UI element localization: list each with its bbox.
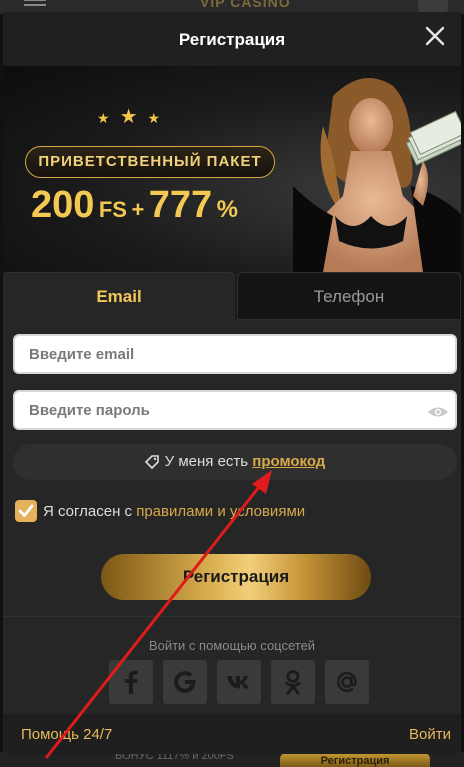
mail-button[interactable]: [325, 660, 369, 704]
tab-email[interactable]: Email: [3, 272, 235, 321]
stars-icon: ★★★: [97, 106, 171, 128]
odnoklassniki-button[interactable]: [271, 660, 315, 704]
close-icon[interactable]: [423, 24, 447, 48]
password-field[interactable]: [13, 390, 457, 430]
auth-tabs: Email Телефон: [3, 272, 461, 321]
casino-logo: VIP CASINO: [200, 0, 291, 10]
email-field[interactable]: [13, 334, 457, 374]
offer-percent-value: 777: [148, 184, 213, 226]
tab-phone[interactable]: Телефон: [237, 272, 461, 320]
modal-footer: Помощь 24/7 Войти: [3, 714, 461, 754]
vk-icon: [227, 676, 249, 689]
google-icon: [174, 671, 196, 693]
menu-icon[interactable]: [24, 0, 46, 8]
banner-pill: ПРИВЕТСТВЕННЫЙ ПАКЕТ: [25, 146, 275, 178]
help-link[interactable]: Помощь 24/7: [21, 726, 112, 743]
banner-offer: 200 FS + 777 %: [31, 184, 238, 227]
offer-fs: FS: [98, 197, 127, 222]
terms-link[interactable]: правилами и условиями: [136, 503, 305, 520]
modal-title: Регистрация: [178, 30, 286, 49]
odnoklassniki-icon: [285, 670, 301, 695]
promo-prefix: У меня есть: [164, 453, 249, 470]
terms-checkbox[interactable]: [15, 500, 37, 522]
login-icon[interactable]: [418, 0, 448, 12]
offer-fs-count: 200: [31, 184, 95, 226]
login-link[interactable]: Войти: [409, 726, 451, 743]
vk-button[interactable]: [217, 660, 261, 704]
register-button[interactable]: Регистрация: [101, 554, 371, 600]
facebook-button[interactable]: [109, 660, 153, 704]
modal-header: Регистрация: [3, 12, 461, 66]
eye-icon[interactable]: [427, 405, 449, 419]
offer-plus: +: [131, 197, 145, 222]
google-button[interactable]: [163, 660, 207, 704]
registration-modal: Регистрация ★★★ ПРИВЕТСТВЕННЫЙ ПАКЕТ 200…: [3, 12, 461, 754]
facebook-icon: [125, 670, 138, 694]
mail-icon: [336, 671, 357, 693]
check-icon: [18, 504, 34, 517]
agree-prefix: Я согласен с: [43, 503, 133, 520]
welcome-banner: ★★★ ПРИВЕТСТВЕННЫЙ ПАКЕТ 200 FS + 777 %: [3, 66, 461, 272]
divider: [3, 616, 461, 617]
page-bottom-bar: БОНУС 1117% и 200FS Регистрация: [0, 752, 464, 767]
tag-icon: [144, 455, 159, 470]
promo-link[interactable]: промокод: [252, 453, 325, 470]
social-login-label: Войти с помощью соцсетей: [148, 638, 316, 653]
page-register-button[interactable]: Регистрация: [280, 753, 430, 767]
model-photo: [293, 78, 461, 272]
registration-form: У меня есть промокод Я согласен с правил…: [3, 320, 461, 754]
promo-code-toggle[interactable]: У меня есть промокод: [13, 444, 457, 480]
offer-percent: %: [216, 196, 238, 223]
